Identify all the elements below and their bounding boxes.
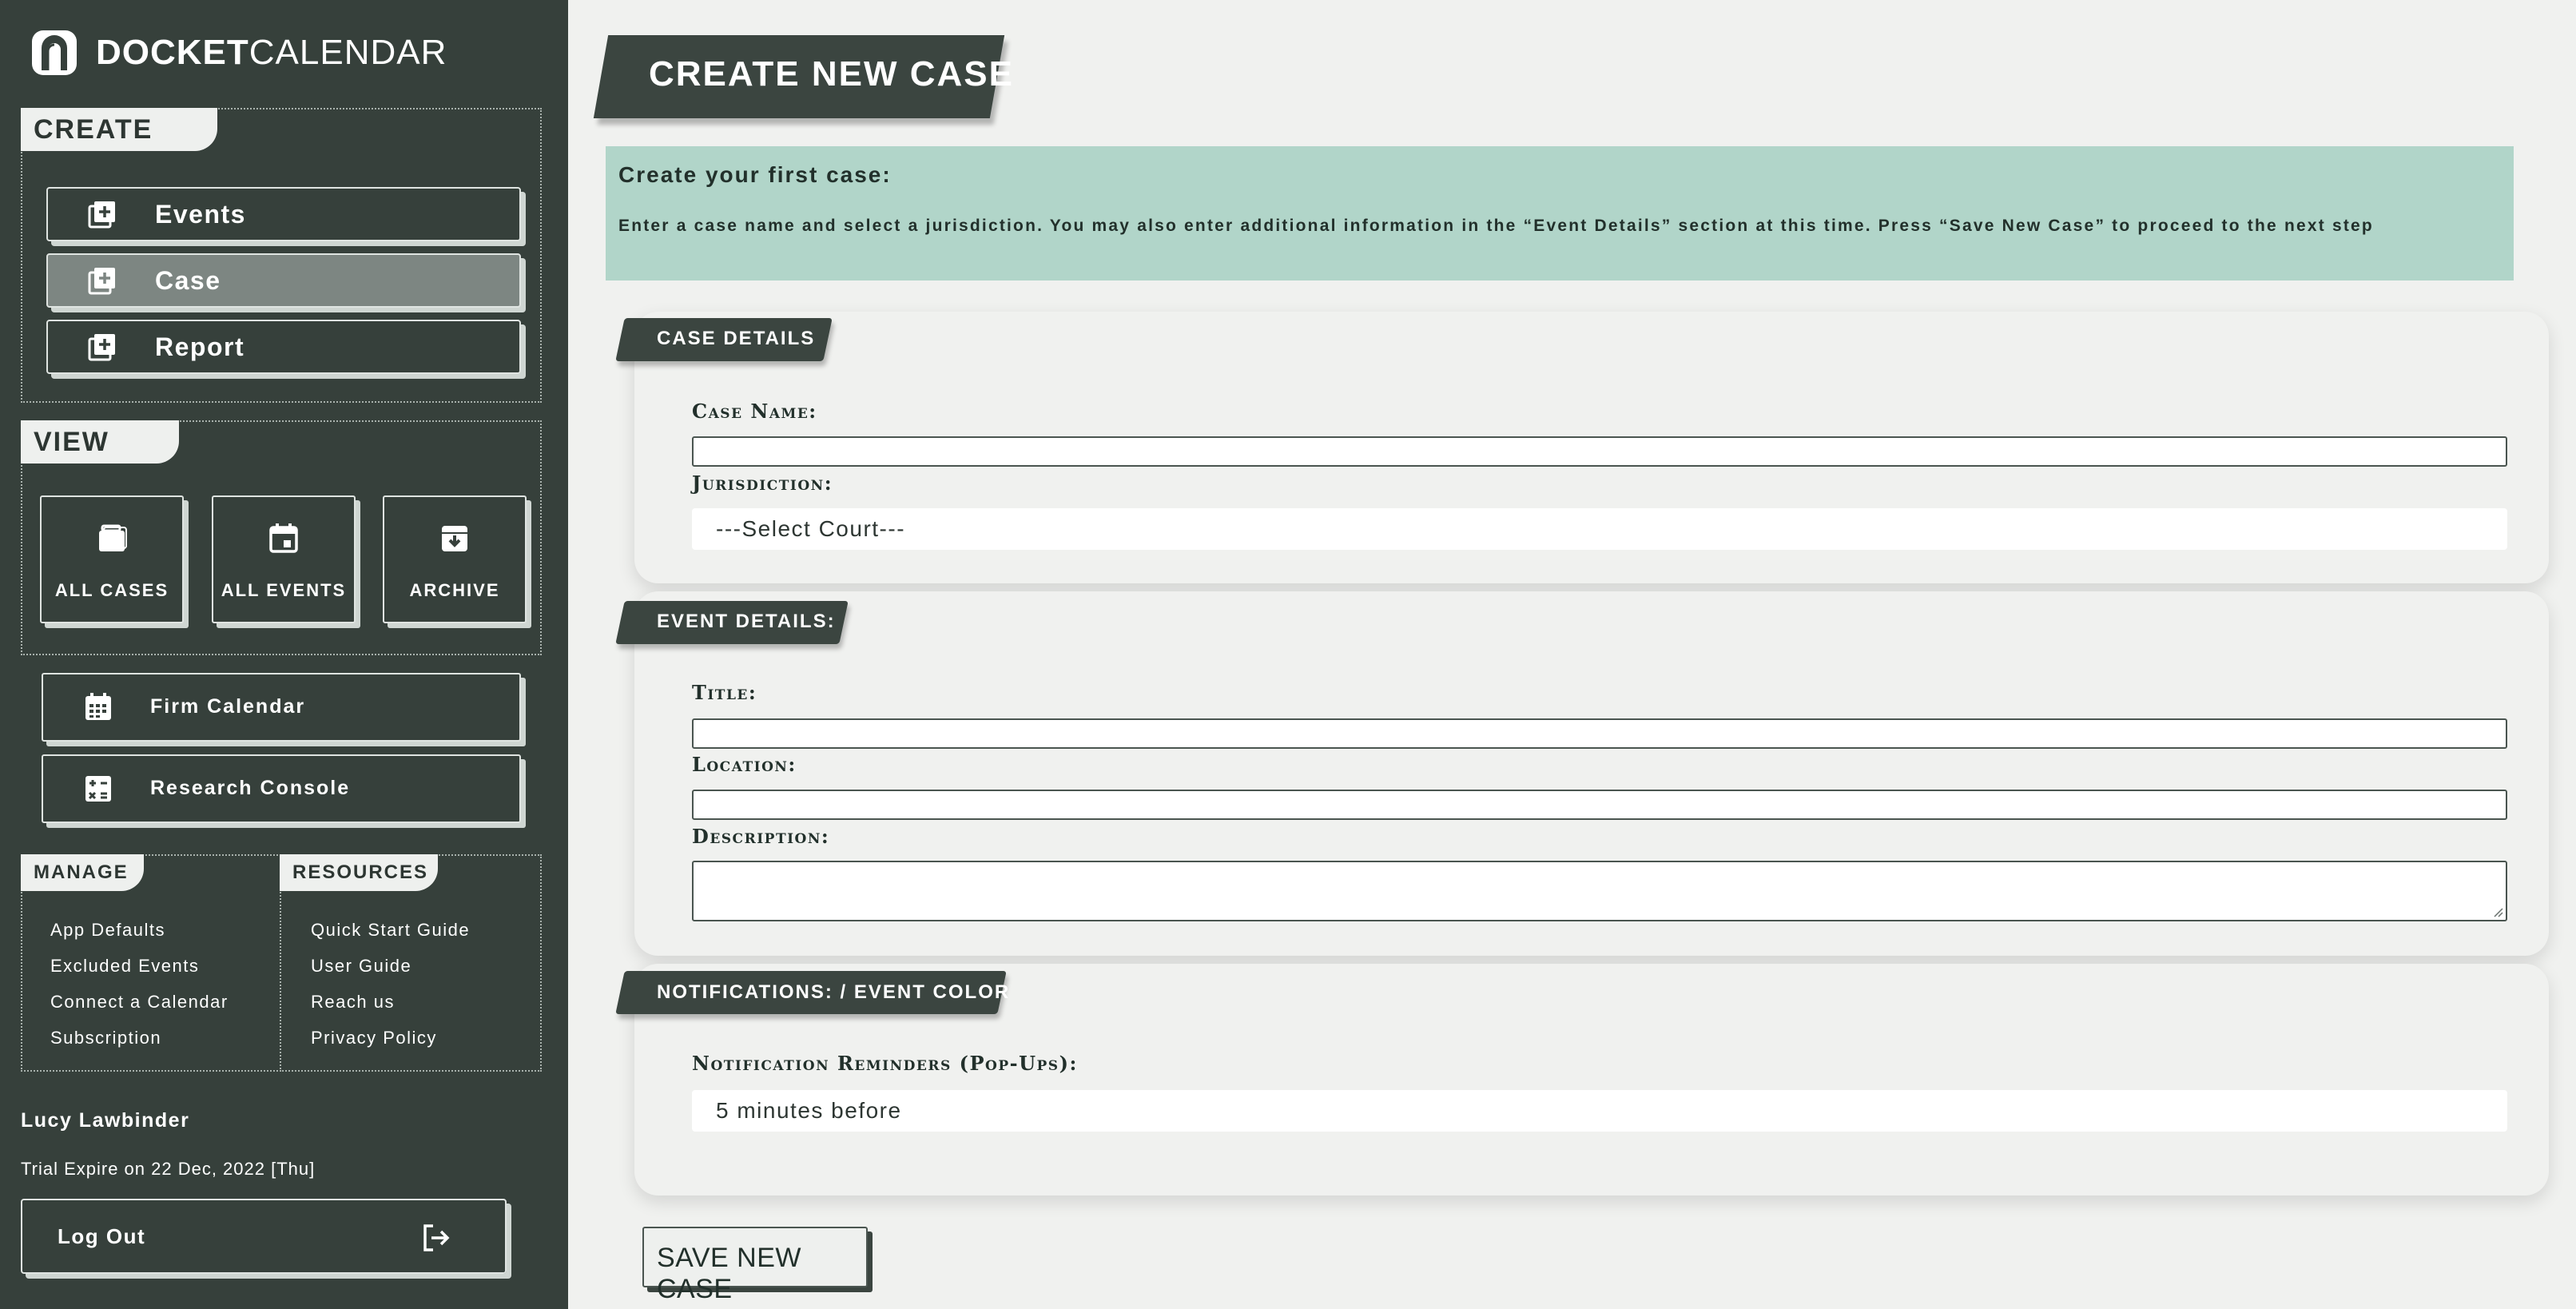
manage-link-subscription[interactable]: Subscription [50, 1028, 229, 1064]
create-events-button[interactable]: Events [46, 187, 521, 241]
view-heading: VIEW [21, 420, 179, 464]
notifications-heading: NOTIFICATIONS: / EVENT COLOR [657, 981, 1011, 1003]
jurisdiction-select[interactable]: ---Select Court--- [692, 508, 2507, 550]
manage-links: App Defaults Excluded Events Connect a C… [50, 920, 229, 1064]
calendar-event-icon [269, 523, 298, 553]
manage-link-excluded-events[interactable]: Excluded Events [50, 956, 229, 992]
create-heading: CREATE [21, 108, 217, 151]
app-name: DOCKETCALENDAR [96, 33, 447, 72]
event-title-input[interactable] [692, 718, 2507, 749]
briefcase-icon [99, 524, 127, 551]
view-all-events-label: ALL EVENTS [221, 580, 347, 600]
save-new-case-label: SAVE NEW CASE [657, 1243, 801, 1304]
calculator-icon [85, 776, 111, 802]
manage-heading: MANAGE [21, 854, 144, 891]
resources-link-quick-start[interactable]: Quick Start Guide [311, 920, 470, 956]
logout-icon [423, 1224, 450, 1251]
case-name-input[interactable] [692, 436, 2507, 467]
create-report-label: Report [155, 332, 245, 361]
view-archive-label: ARCHIVE [409, 580, 500, 600]
research-console-button[interactable]: Research Console [42, 754, 521, 823]
create-report-button[interactable]: Report [46, 320, 521, 374]
trial-expiry: Trial Expire on 22 Dec, 2022 [Thu] [21, 1159, 316, 1179]
resources-link-privacy[interactable]: Privacy Policy [311, 1028, 470, 1064]
page-title: CREATE NEW CASE [649, 54, 1014, 94]
jurisdiction-selected-value: ---Select Court--- [716, 516, 906, 541]
arch-logo-icon [32, 30, 77, 75]
resources-link-user-guide[interactable]: User Guide [311, 956, 470, 992]
create-events-label: Events [155, 199, 246, 229]
event-description-textarea[interactable] [692, 861, 2507, 921]
research-console-label: Research Console [150, 777, 351, 799]
view-all-events-button[interactable]: ALL EVENTS [212, 495, 356, 623]
firm-calendar-button[interactable]: Firm Calendar [42, 673, 521, 742]
firm-calendar-label: Firm Calendar [150, 695, 306, 718]
info-title: Create your first case: [618, 162, 892, 187]
jurisdiction-label: Jurisdiction: [692, 471, 833, 495]
view-all-cases-label: ALL CASES [54, 580, 169, 600]
sidebar: DOCKETCALENDAR CREATE Events Case Report… [0, 0, 568, 1309]
logout-label: Log Out [58, 1224, 146, 1248]
logout-button[interactable]: Log Out [21, 1199, 507, 1274]
resources-heading: RESOURCES [280, 854, 438, 891]
case-name-label: Case Name: [692, 400, 817, 423]
archive-icon [442, 526, 467, 551]
info-banner: Create your first case: Enter a case nam… [606, 146, 2514, 280]
title-label: Title: [692, 681, 757, 704]
resize-grip-icon[interactable] [2492, 906, 2503, 917]
add-box-icon [88, 334, 115, 361]
create-case-button[interactable]: Case [46, 253, 521, 308]
location-label: Location: [692, 753, 797, 776]
add-box-icon [88, 201, 115, 229]
manage-link-connect-calendar[interactable]: Connect a Calendar [50, 992, 229, 1028]
event-details-heading: EVENT DETAILS: [657, 611, 836, 632]
add-box-icon [88, 268, 115, 295]
app-logo[interactable]: DOCKETCALENDAR [30, 29, 447, 77]
view-all-cases-button[interactable]: ALL CASES [40, 495, 184, 623]
case-details-heading: CASE DETAILS [657, 328, 816, 349]
info-text: Enter a case name and select a jurisdict… [618, 217, 2374, 235]
reminders-select[interactable]: 5 minutes before [692, 1090, 2507, 1132]
resources-links: Quick Start Guide User Guide Reach us Pr… [311, 920, 470, 1064]
create-case-label: Case [155, 265, 221, 295]
user-name: Lucy Lawbinder [21, 1109, 190, 1132]
resources-link-reach-us[interactable]: Reach us [311, 992, 470, 1028]
event-location-input[interactable] [692, 790, 2507, 820]
reminders-label: Notification Reminders (Pop-Ups): [692, 1052, 1078, 1075]
save-new-case-button[interactable]: SAVE NEW CASE [642, 1227, 868, 1304]
description-label: Description: [692, 825, 830, 848]
manage-link-app-defaults[interactable]: App Defaults [50, 920, 229, 956]
calendar-grid-icon [85, 693, 111, 720]
view-archive-button[interactable]: ARCHIVE [383, 495, 527, 623]
reminders-selected-value: 5 minutes before [716, 1098, 902, 1123]
